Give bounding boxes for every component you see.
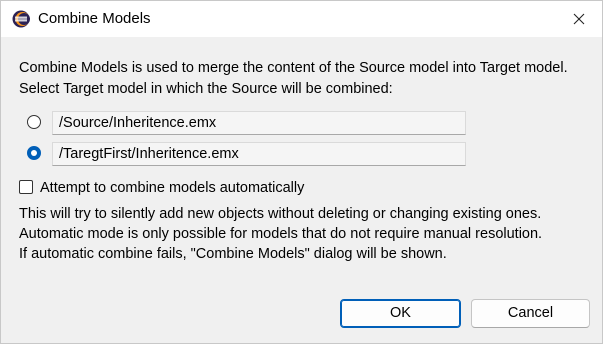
auto-combine-checkbox[interactable]	[19, 180, 33, 194]
target-option-taregtfirst[interactable]: /TaregtFirst/Inheritence.emx	[27, 142, 467, 166]
target-path-source: /Source/Inheritence.emx	[52, 111, 466, 135]
close-icon	[573, 13, 585, 25]
auto-info-line-2: Automatic mode is only possible for mode…	[19, 226, 543, 242]
title-bar: Combine Models	[1, 1, 602, 37]
target-radio-source[interactable]	[27, 115, 41, 129]
auto-info-line-3: If automatic combine fails, "Combine Mod…	[19, 246, 447, 262]
eclipse-icon	[12, 10, 30, 28]
auto-combine-label[interactable]: Attempt to combine models automatically	[40, 178, 304, 198]
target-path-taregtfirst: /TaregtFirst/Inheritence.emx	[52, 142, 466, 166]
description-line-2: Select Target model in which the Source …	[19, 81, 393, 97]
ok-button[interactable]: OK	[340, 299, 461, 328]
target-option-source[interactable]: /Source/Inheritence.emx	[27, 111, 467, 135]
auto-info-line-1: This will try to silently add new object…	[19, 206, 542, 222]
window-title: Combine Models	[38, 10, 151, 27]
dialog-content: Combine Models is used to merge the cont…	[1, 37, 602, 343]
description-line-1: Combine Models is used to merge the cont…	[19, 60, 568, 76]
cancel-button[interactable]: Cancel	[471, 299, 590, 328]
close-button[interactable]	[556, 1, 602, 37]
target-radio-taregtfirst[interactable]	[27, 146, 41, 160]
combine-models-dialog: Combine Models Combine Models is used to…	[0, 0, 603, 344]
